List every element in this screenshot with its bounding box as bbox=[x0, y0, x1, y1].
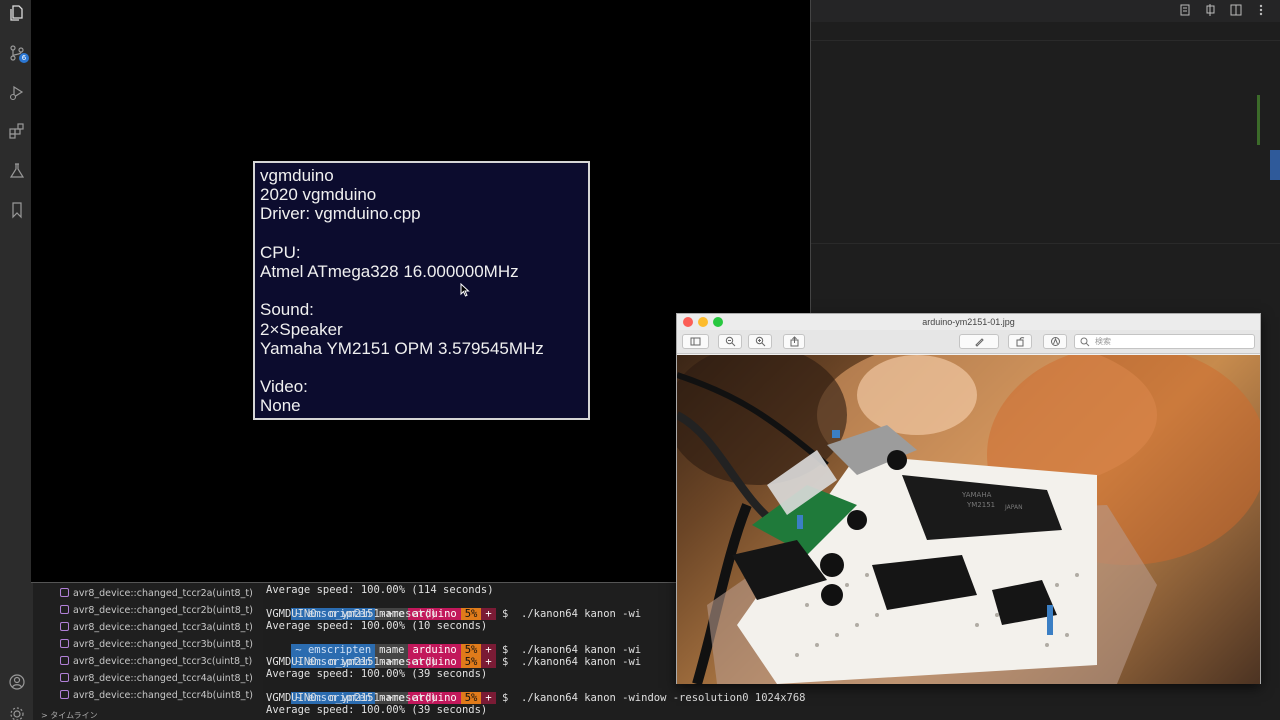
mouse-pointer-icon bbox=[460, 282, 470, 297]
method-symbol-icon bbox=[60, 656, 69, 665]
search-icon bbox=[1080, 337, 1090, 347]
terminal-line: Average speed: 100.00% (114 seconds) bbox=[266, 584, 494, 596]
outline-item[interactable]: avr8_device::changed_tccr2a(uint8_t) bbox=[60, 585, 253, 602]
outline-item[interactable]: avr8_device::changed_tccr3c(uint8_t) bbox=[60, 653, 252, 670]
editor-divider bbox=[811, 40, 1280, 41]
zoom-in-button[interactable] bbox=[748, 334, 772, 349]
outline-item[interactable]: avr8_device::changed_tccr4a(uint8_t) bbox=[60, 670, 253, 687]
terminal-line: Average speed: 100.00% (39 seconds) bbox=[266, 668, 488, 680]
sidebar-toggle-button[interactable] bbox=[682, 334, 709, 349]
minimap-change-marker bbox=[1257, 95, 1260, 145]
minimap-slider[interactable] bbox=[1270, 150, 1280, 180]
chip-text: YAMAHA bbox=[961, 491, 992, 499]
rotate-icon bbox=[1016, 337, 1024, 347]
terminal-prompt-line: ~ emscripten mame arduino 5% + $ ./kanon64 k… bbox=[266, 632, 641, 656]
preview-window[interactable]: arduino-ym2151-01.jpg 検索 YAMAHA YM2151 J… bbox=[676, 313, 1261, 684]
info-line bbox=[260, 281, 588, 300]
info-line bbox=[260, 358, 588, 377]
compare-changes-icon[interactable] bbox=[1204, 3, 1218, 17]
files-icon[interactable] bbox=[8, 4, 26, 22]
method-symbol-icon bbox=[60, 639, 69, 648]
terminal-line: VGMDUINO: m_ym2151->reset() bbox=[266, 608, 437, 620]
settings-gear-icon[interactable] bbox=[8, 705, 26, 720]
info-line: Atmel ATmega328 16.000000MHz bbox=[260, 261, 519, 281]
terminal-line: VGMDUINO: m_ym2151->reset() bbox=[266, 656, 437, 668]
prompt-command: $ ./kanon64 kanon -wi bbox=[502, 656, 642, 668]
outline-item[interactable]: avr8_device::changed_tccr2b(uint8_t) bbox=[60, 602, 253, 619]
info-line: vgmduino bbox=[260, 166, 334, 185]
arduino-photo: YAMAHA YM2151 JAPAN bbox=[677, 355, 1260, 684]
preview-toolbar: 検索 bbox=[677, 330, 1260, 354]
info-line: Driver: vgmduino.cpp bbox=[260, 204, 421, 224]
terminal-line: Average speed: 100.00% (39 seconds) bbox=[266, 704, 488, 716]
share-icon bbox=[790, 336, 798, 347]
info-line: 2×Speaker bbox=[260, 319, 343, 339]
info-line: CPU: bbox=[260, 242, 301, 262]
terminal-prompt-line: ~ emscripten mame arduino 5% + $ ./kanon64 k… bbox=[266, 644, 641, 668]
run-debug-icon[interactable] bbox=[8, 83, 26, 101]
prompt-command: $ ./kanon64 kanon -window -resolution0 1… bbox=[502, 692, 806, 704]
activity-bar: 6 bbox=[0, 0, 33, 720]
info-line: Video: bbox=[260, 377, 308, 397]
info-line: Yamaha YM2151 OPM 3.579545MHz bbox=[260, 338, 544, 358]
prompt-command: $ ./kanon64 kanon -wi bbox=[502, 608, 642, 620]
method-symbol-icon bbox=[60, 588, 69, 597]
prompt-percent-segment: 5% bbox=[460, 656, 482, 668]
info-line: None bbox=[260, 396, 301, 416]
zoom-out-icon bbox=[725, 336, 735, 347]
prompt-plus-segment: + bbox=[481, 608, 496, 620]
open-preview-icon[interactable] bbox=[1178, 3, 1192, 17]
prompt-plus-segment: + bbox=[481, 692, 496, 704]
method-symbol-icon bbox=[60, 690, 69, 699]
testing-icon[interactable] bbox=[8, 162, 26, 180]
method-symbol-icon bbox=[60, 622, 69, 631]
prompt-plus-segment: + bbox=[481, 656, 496, 668]
editor-divider bbox=[811, 243, 1280, 244]
terminal-prompt-line: ~ emscripten mame arduino 5% + $ ./kanon64 k… bbox=[266, 596, 641, 620]
prompt-percent-segment: 5% bbox=[460, 608, 482, 620]
method-symbol-icon bbox=[60, 673, 69, 682]
terminal-line: Average speed: 100.00% (10 seconds) bbox=[266, 620, 488, 632]
sidebar-icon bbox=[690, 337, 701, 346]
outline-item[interactable]: avr8_device::changed_tccr3b(uint8_t) bbox=[60, 636, 253, 653]
info-line bbox=[260, 224, 588, 243]
editor-tab-bar bbox=[811, 0, 1280, 22]
info-line: 2020 vgmduino bbox=[260, 185, 377, 205]
markup-button[interactable] bbox=[959, 334, 999, 349]
terminal-line: VGMDUINO: m_ym2151->reset() bbox=[266, 692, 437, 704]
bookmark-icon[interactable] bbox=[8, 201, 26, 219]
source-control-badge: 6 bbox=[19, 53, 29, 63]
more-actions-icon[interactable] bbox=[1254, 3, 1268, 17]
annotate-icon bbox=[1050, 337, 1060, 346]
machine-info-dialog: vgmduino 2020 vgmduino Driver: vgmduino.… bbox=[253, 161, 590, 420]
markup-pen-icon bbox=[974, 338, 984, 347]
split-editor-icon[interactable] bbox=[1229, 3, 1243, 17]
search-placeholder: 検索 bbox=[1095, 337, 1111, 346]
zoom-out-button[interactable] bbox=[718, 334, 742, 349]
zoom-in-icon bbox=[755, 336, 765, 347]
prompt-percent-segment: 5% bbox=[460, 692, 482, 704]
preview-titlebar[interactable]: arduino-ym2151-01.jpg bbox=[677, 314, 1260, 330]
rotate-button[interactable] bbox=[1008, 334, 1032, 349]
info-line: Sound: bbox=[260, 300, 314, 320]
chip-text: JAPAN bbox=[1004, 504, 1023, 511]
search-field[interactable]: 検索 bbox=[1074, 334, 1255, 349]
share-button[interactable] bbox=[783, 334, 805, 349]
timeline-section-header[interactable]: > タイムライン bbox=[41, 707, 98, 720]
outline-panel: avr8_device::changed_tccr2a(uint8_t) avr… bbox=[33, 583, 263, 720]
outline-item[interactable]: avr8_device::changed_tccr3a(uint8_t) bbox=[60, 619, 253, 636]
account-icon[interactable] bbox=[8, 673, 26, 691]
preview-window-title: arduino-ym2151-01.jpg bbox=[922, 317, 1015, 327]
method-symbol-icon bbox=[60, 605, 69, 614]
chip-text: YM2151 bbox=[966, 501, 995, 509]
annotate-button[interactable] bbox=[1043, 334, 1067, 349]
extensions-icon[interactable] bbox=[8, 122, 26, 140]
outline-item[interactable]: avr8_device::changed_tccr4b(uint8_t) bbox=[60, 687, 253, 704]
